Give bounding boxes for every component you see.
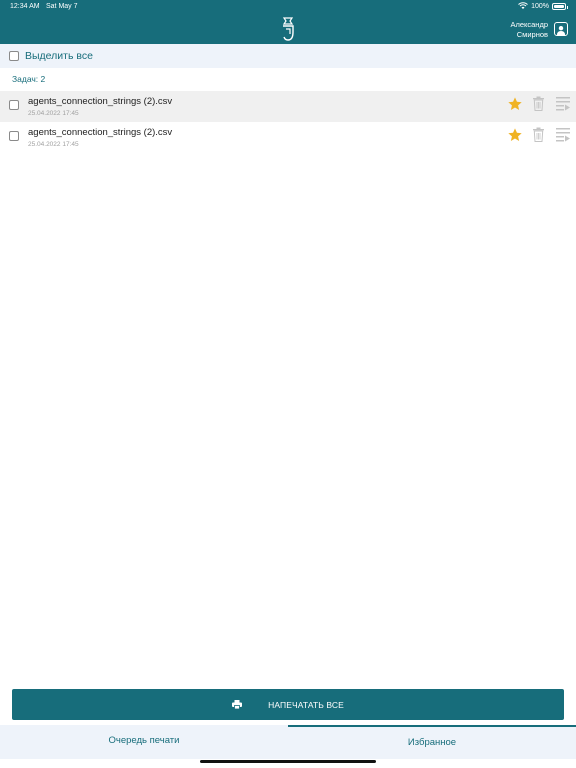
move-to-queue-icon[interactable] [555, 96, 571, 111]
status-date: Sat May 7 [46, 3, 78, 10]
app-logo [282, 17, 294, 41]
printer-icon [232, 700, 243, 709]
list-item[interactable]: agents_connection_strings (2).csv 25.04.… [0, 122, 576, 153]
app-header: 12:34 AM Sat May 7 100% Александр Смирно… [0, 0, 576, 44]
file-checkbox[interactable] [9, 100, 19, 110]
user-profile-button[interactable] [554, 22, 568, 36]
battery-icon [552, 2, 568, 10]
tab-print-queue[interactable]: Очередь печати [0, 723, 288, 757]
app-root: 12:34 AM Sat May 7 100% Александр Смирно… [0, 0, 576, 768]
status-bar: 12:34 AM Sat May 7 100% [0, 0, 576, 14]
move-to-queue-icon[interactable] [555, 127, 571, 142]
print-all-label: НАПЕЧАТАТЬ ВСЕ [268, 699, 344, 710]
user-name: Александр Смирнов [510, 20, 548, 40]
status-right: 100% [518, 2, 568, 10]
wifi-icon [518, 2, 528, 9]
file-checkbox[interactable] [9, 131, 19, 141]
print-all-button[interactable]: НАПЕЧАТАТЬ ВСЕ [12, 689, 564, 720]
select-all-label: Выделить все [25, 50, 93, 62]
trash-icon[interactable] [532, 127, 545, 142]
file-date: 25.04.2022 17:45 [28, 110, 79, 117]
star-icon[interactable] [507, 96, 523, 112]
user-icon [557, 26, 565, 35]
select-all-checkbox[interactable] [9, 51, 19, 61]
user-first-name: Александр [510, 20, 548, 29]
file-list: agents_connection_strings (2).csv 25.04.… [0, 91, 576, 153]
user-last-name: Смирнов [516, 30, 548, 39]
status-time: 12:34 AM [10, 3, 40, 10]
list-item[interactable]: agents_connection_strings (2).csv 25.04.… [0, 91, 576, 122]
tab-favorites[interactable]: Избранное [288, 725, 576, 759]
trash-icon[interactable] [532, 96, 545, 111]
file-name: agents_connection_strings (2).csv [28, 96, 173, 107]
file-date: 25.04.2022 17:45 [28, 141, 79, 148]
star-icon[interactable] [507, 127, 523, 143]
task-count: Задач: 2 [12, 74, 46, 84]
select-all-row[interactable]: Выделить все [0, 44, 576, 68]
tab-bar: Очередь печати Избранное [0, 725, 576, 759]
battery-percent: 100% [531, 2, 549, 10]
file-name: agents_connection_strings (2).csv [28, 127, 173, 138]
home-indicator [200, 760, 376, 763]
